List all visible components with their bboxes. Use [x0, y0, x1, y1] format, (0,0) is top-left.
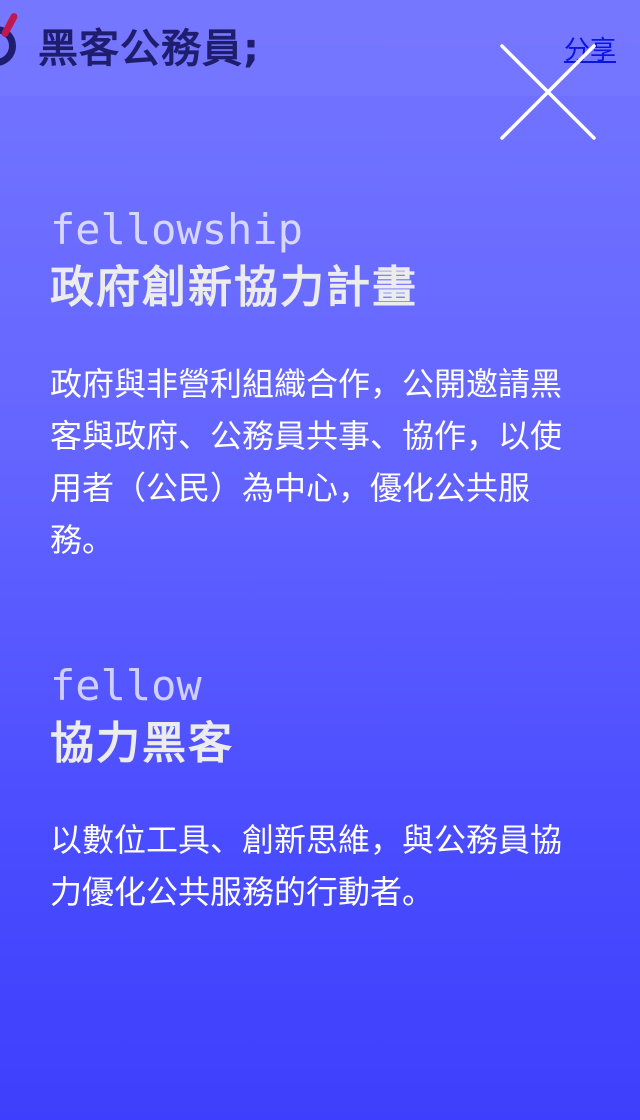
entry-title: 政府創新協力計畫	[50, 262, 418, 313]
close-button[interactable]	[500, 44, 596, 140]
glossary-content: fellowship 政府創新協力計畫 政府與非營利組織合作，公開邀請黑客與政府…	[50, 206, 570, 918]
glossary-entry-fellowship: fellowship 政府創新協力計畫 政府與非營利組織合作，公開邀請黑客與政府…	[50, 206, 570, 566]
entry-description: 政府與非營利組織合作，公開邀請黑客與政府、公務員共事、協作，以使用者（公民）為中…	[50, 365, 563, 559]
site-title: 黑客公務員;	[38, 26, 260, 72]
site-logo[interactable]: 黑客公務員;	[0, 10, 260, 80]
glossary-entry-fellow: fellow 協力黑客 以數位工具、創新思維，與公務員協力優化公共服務的行動者。	[50, 662, 570, 918]
entry-title: 協力黑客	[50, 718, 234, 769]
entry-english-term: fellow	[50, 661, 202, 710]
close-icon	[500, 44, 596, 140]
entry-english-term: fellowship	[50, 205, 303, 254]
entry-description: 以數位工具、創新思維，與公務員協力優化公共服務的行動者。	[50, 821, 563, 911]
logo-icon	[0, 10, 36, 80]
